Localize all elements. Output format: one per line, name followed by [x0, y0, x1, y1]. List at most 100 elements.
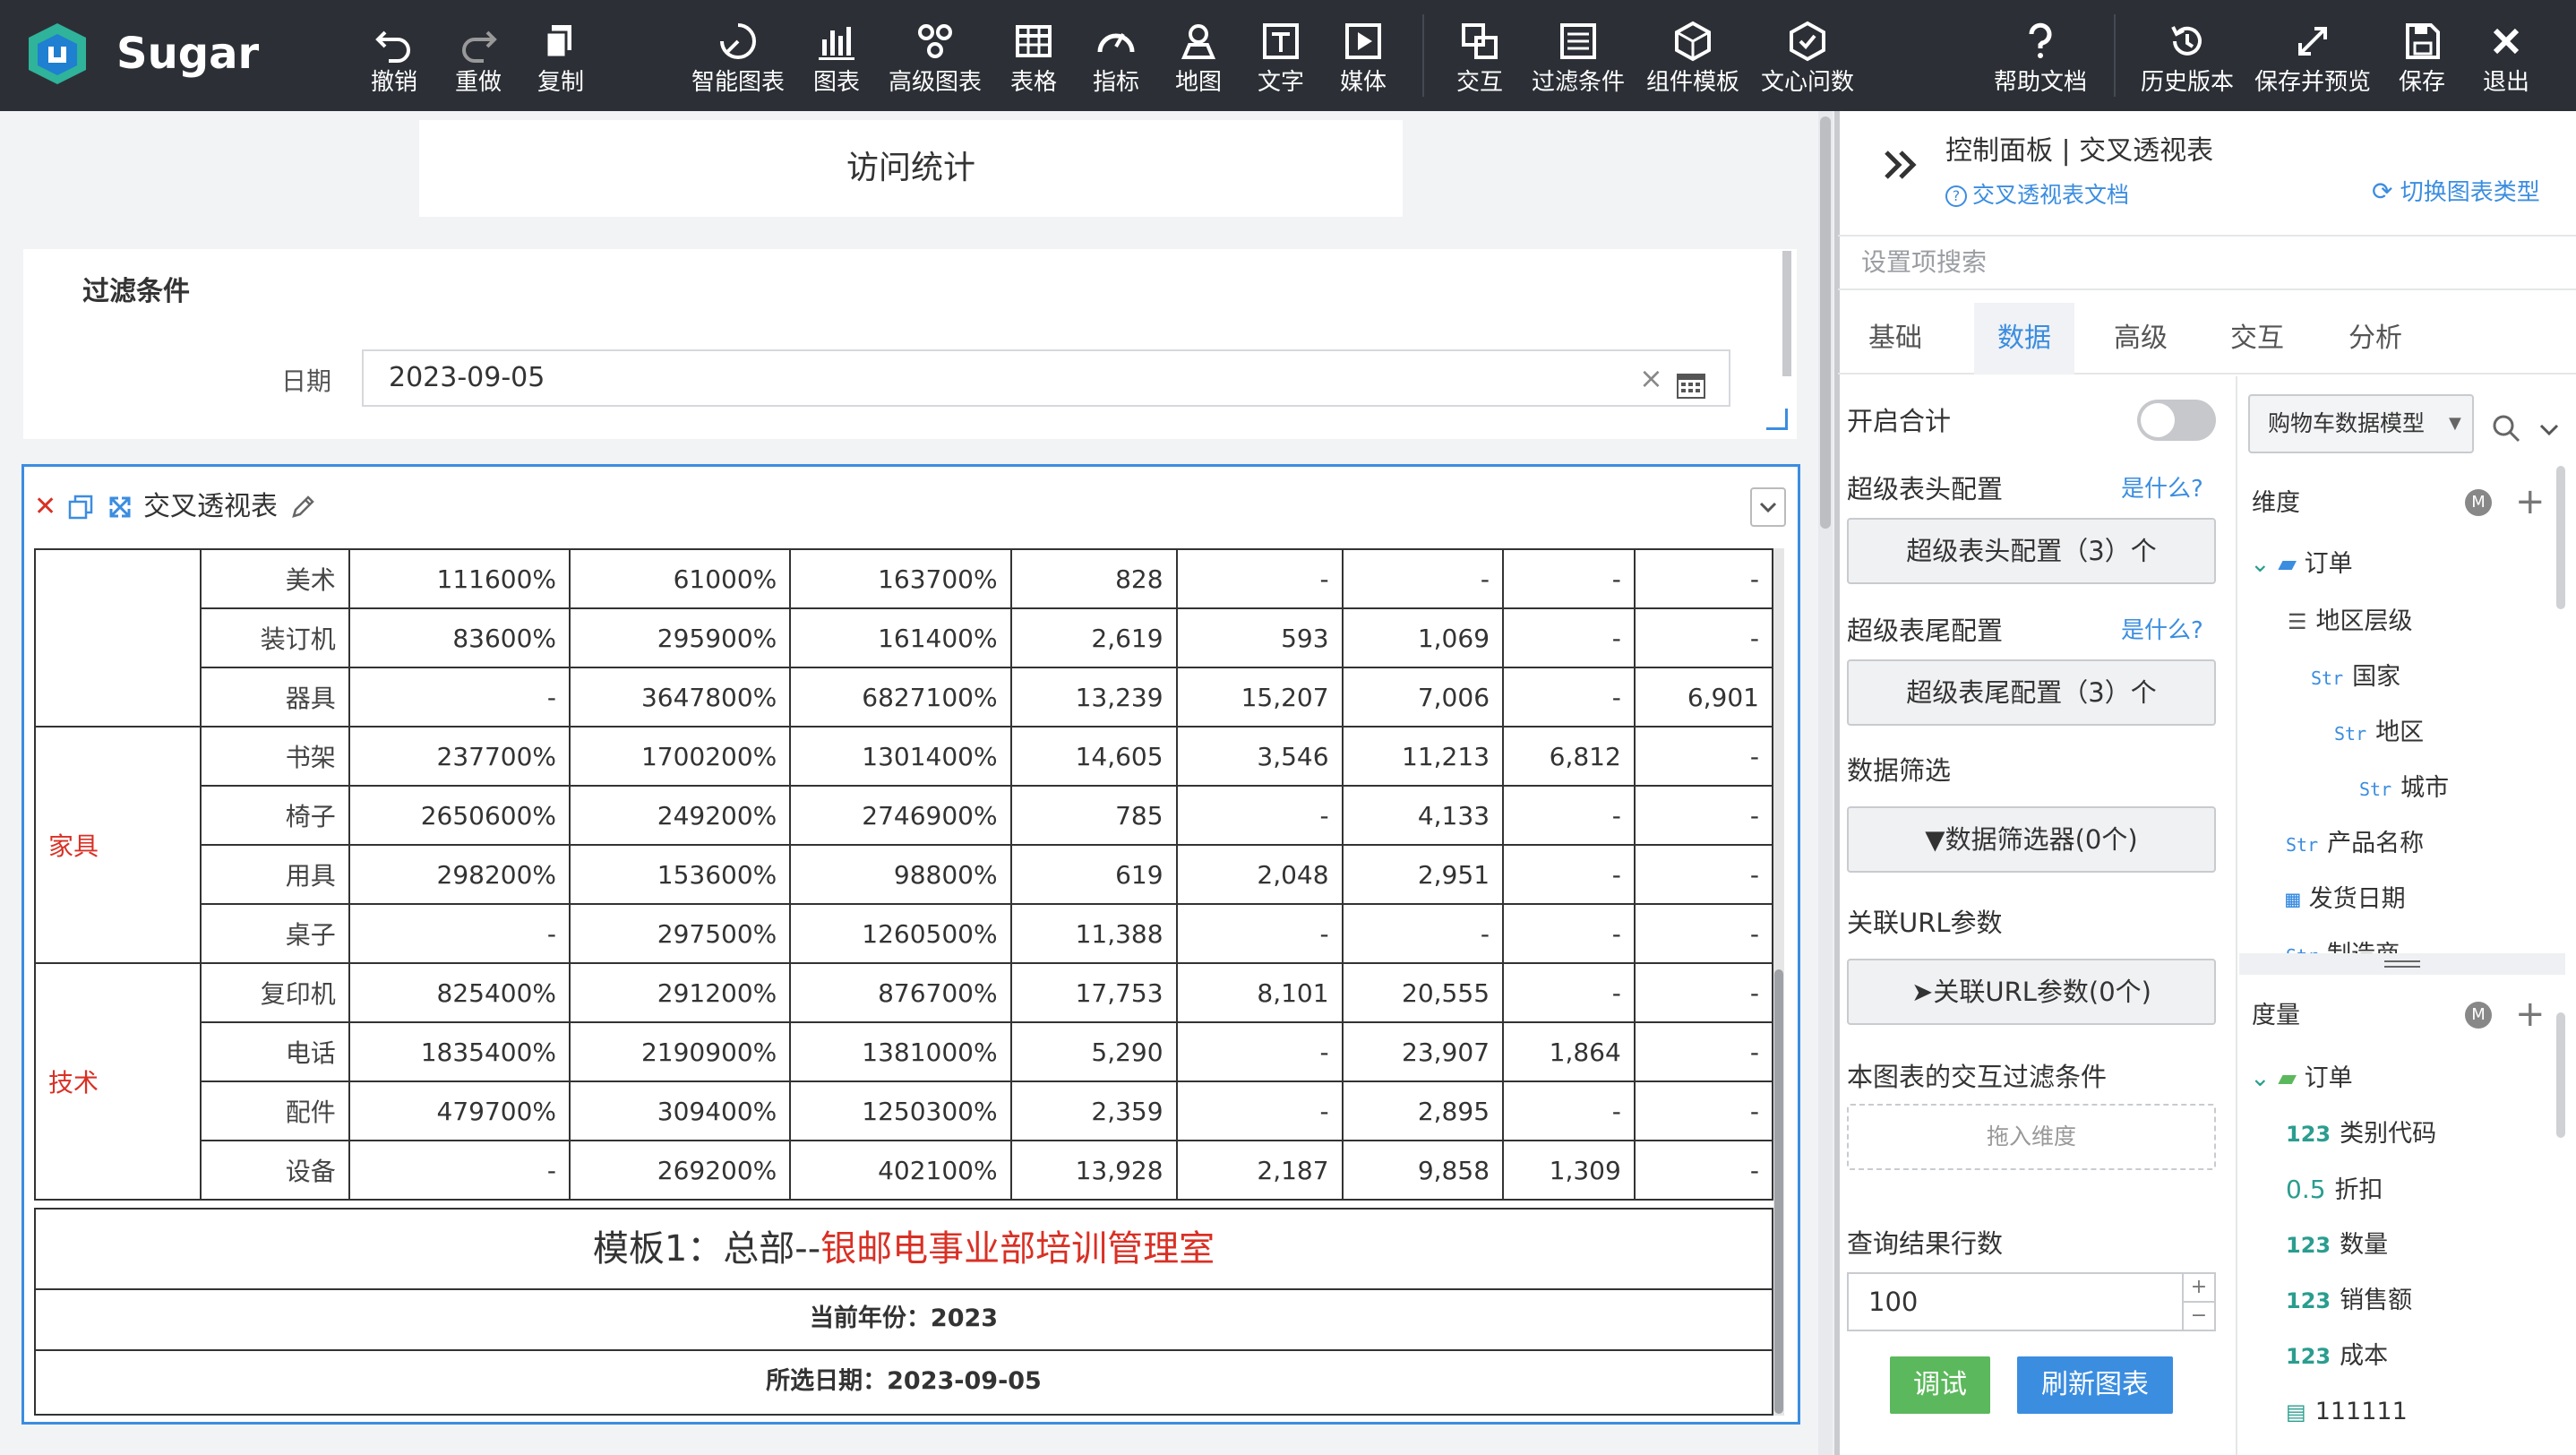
dimension-field[interactable]: Str 产品名称	[2286, 824, 2424, 865]
caret-down-icon: ▼	[2449, 414, 2461, 433]
dimension-field[interactable]: ▦ 发货日期	[2286, 880, 2406, 919]
value-cell: 3647800%	[569, 667, 792, 728]
increment-button[interactable]: +	[2184, 1274, 2214, 1303]
calendar-icon[interactable]	[1677, 364, 1705, 399]
toggle-knob[interactable]	[2141, 403, 2175, 437]
add-dimension-icon[interactable]: +	[2515, 480, 2546, 523]
tab-4[interactable]: 分析	[2325, 303, 2426, 375]
canvas-scrollbar-thumb[interactable]	[1820, 116, 1831, 529]
measure-field[interactable]: 123 类别代码	[2286, 1115, 2436, 1154]
expand-icon	[2291, 20, 2334, 63]
dimension-field[interactable]: Str 国家	[2311, 658, 2400, 698]
field-label: 城市	[2400, 774, 2450, 802]
value-cell: 479700%	[348, 1080, 571, 1141]
measure-scrollbar[interactable]	[2556, 1012, 2565, 1138]
delete-icon[interactable]: ✕	[34, 494, 57, 521]
value-cell: 98800%	[789, 844, 1012, 905]
filter-scrollbar[interactable]	[1782, 251, 1791, 376]
measure-field[interactable]: 123 销售额	[2286, 1281, 2412, 1321]
settings-search-input[interactable]: 设置项搜索	[1838, 235, 2576, 290]
page-title[interactable]: 访问统计	[419, 120, 1403, 217]
debug-button[interactable]: 调试	[1890, 1356, 1990, 1414]
decrement-button[interactable]: −	[2184, 1303, 2214, 1330]
value-cell: -	[1175, 1080, 1344, 1141]
pivot-doc-link[interactable]: ? 交叉透视表文档	[1945, 177, 2129, 213]
dimension-scrollbar[interactable]	[2556, 466, 2565, 609]
duplicate-icon[interactable]	[68, 495, 93, 520]
measure-field[interactable]: 0.5 折扣	[2286, 1170, 2383, 1210]
dimension-folder[interactable]: ⌄ ▰ 订单	[2250, 545, 2353, 584]
dimension-field[interactable]: ☰ 地区层级	[2288, 602, 2413, 641]
value-cell: -	[1633, 607, 1774, 668]
toolbar-media-button[interactable]: 媒体	[1314, 0, 1413, 111]
url-params-label: 关联URL参数	[1847, 908, 2003, 938]
dimension-field[interactable]: Str 地区	[2334, 713, 2424, 753]
chevron-down-icon[interactable]	[2537, 418, 2562, 443]
switch-chart-type[interactable]: ⟳ 切换图表类型	[2372, 172, 2540, 212]
measure-field[interactable]: 123 数量	[2286, 1226, 2388, 1265]
measure-field[interactable]: 123 成本	[2286, 1337, 2388, 1376]
value-cell: 1,069	[1341, 607, 1505, 668]
table-icon	[1012, 20, 1055, 63]
toolbar-help-button[interactable]: 帮助文档	[1991, 0, 2090, 111]
data-model-select[interactable]: 购物车数据模型 ▼	[2248, 394, 2474, 453]
measure-folder[interactable]: ⌄ ▰ 订单	[2250, 1059, 2353, 1098]
data-filter-button[interactable]: ▼数据筛选器(0个)	[1847, 806, 2216, 873]
value-cell: 17,753	[1009, 962, 1178, 1023]
super-footer-help-link[interactable]: 是什么?	[2121, 611, 2203, 650]
super-footer-date: 所选日期：2023-09-05	[34, 1351, 1773, 1416]
add-measure-icon[interactable]: +	[2515, 993, 2546, 1036]
tab-1[interactable]: 数据	[1974, 303, 2074, 375]
super-footer-config-button[interactable]: 超级表尾配置（3）个	[1847, 659, 2216, 726]
toolbar-filter-button[interactable]: 过滤条件	[1529, 0, 1627, 111]
toolbar-exit-button[interactable]: 退出	[2457, 0, 2555, 111]
value-cell: 402100%	[789, 1140, 1012, 1201]
measure-field[interactable]: ▤ 111111	[2286, 1392, 2408, 1432]
filter-card[interactable]	[23, 249, 1797, 439]
split-handle[interactable]	[2239, 953, 2565, 975]
tab-2[interactable]: 高级	[2091, 303, 2191, 375]
url-params-button[interactable]: ➤关联URL参数(0个)	[1847, 959, 2216, 1025]
subcategory-cell: 书架	[200, 726, 350, 787]
chart-title[interactable]: 交叉透视表	[143, 487, 278, 527]
model-icon[interactable]: M	[2465, 489, 2492, 516]
date-input[interactable]: 2023-09-05 ×	[362, 349, 1730, 407]
super-header-config-button[interactable]: 超级表头配置（3）个	[1847, 518, 2216, 584]
toolbar-copy-button[interactable]: 复制	[511, 0, 610, 111]
fullscreen-icon[interactable]	[107, 495, 133, 520]
media-icon	[1342, 20, 1385, 63]
resize-handle[interactable]	[1766, 409, 1788, 430]
table-scrollbar-thumb[interactable]	[1774, 969, 1783, 1414]
dimension-drop-zone[interactable]: 拖入维度	[1847, 1104, 2216, 1170]
tab-0[interactable]: 基础	[1845, 303, 1945, 375]
search-icon[interactable]	[2490, 412, 2522, 444]
value-cell: 785	[1009, 785, 1178, 846]
table-row: 设备 -269200% 402100% 13,928 2,187 9,858 1,309-	[35, 1140, 1774, 1201]
value-cell: 23,907	[1341, 1021, 1505, 1082]
toolbar-component-template-button[interactable]: 组件模板	[1644, 0, 1742, 111]
query-rows-stepper[interactable]: + −	[2182, 1274, 2214, 1330]
value-cell: 1,309	[1502, 1140, 1636, 1201]
field-label: 地区	[2375, 719, 2425, 746]
chart-menu-dropdown[interactable]	[1750, 487, 1786, 527]
refresh-chart-button[interactable]: 刷新图表	[2017, 1356, 2173, 1414]
super-header-help-link[interactable]: 是什么?	[2121, 469, 2203, 509]
dimension-field[interactable]: Str 城市	[2359, 769, 2449, 809]
clear-icon[interactable]: ×	[1639, 351, 1663, 405]
tab-3[interactable]: 交互	[2207, 303, 2307, 375]
table-row: 电话 1835400% 2190900% 1381000% 5,290-23,907 1,…	[35, 1021, 1774, 1082]
advanced-chart-icon	[914, 20, 957, 63]
edit-pencil-icon[interactable]	[288, 493, 317, 521]
data-filter-label: 数据筛选	[1847, 755, 1952, 786]
model-icon[interactable]: M	[2465, 1002, 2492, 1029]
dimension-field[interactable]: Str制造商	[2286, 935, 2400, 955]
template-prefix: 模板1：总部--	[592, 1228, 821, 1270]
value-cell: -	[1502, 667, 1636, 728]
query-rows-input[interactable]: 100	[1847, 1272, 2216, 1331]
copy-icon	[539, 20, 582, 63]
toolbar-history-button[interactable]: 历史版本	[2138, 0, 2237, 111]
value-cell: 9,858	[1341, 1140, 1505, 1201]
toolbar-wenxin-button[interactable]: 文心问数	[1758, 0, 1857, 111]
collapse-panel-icon[interactable]	[1879, 143, 1922, 186]
value-cell: 6,901	[1633, 667, 1774, 728]
